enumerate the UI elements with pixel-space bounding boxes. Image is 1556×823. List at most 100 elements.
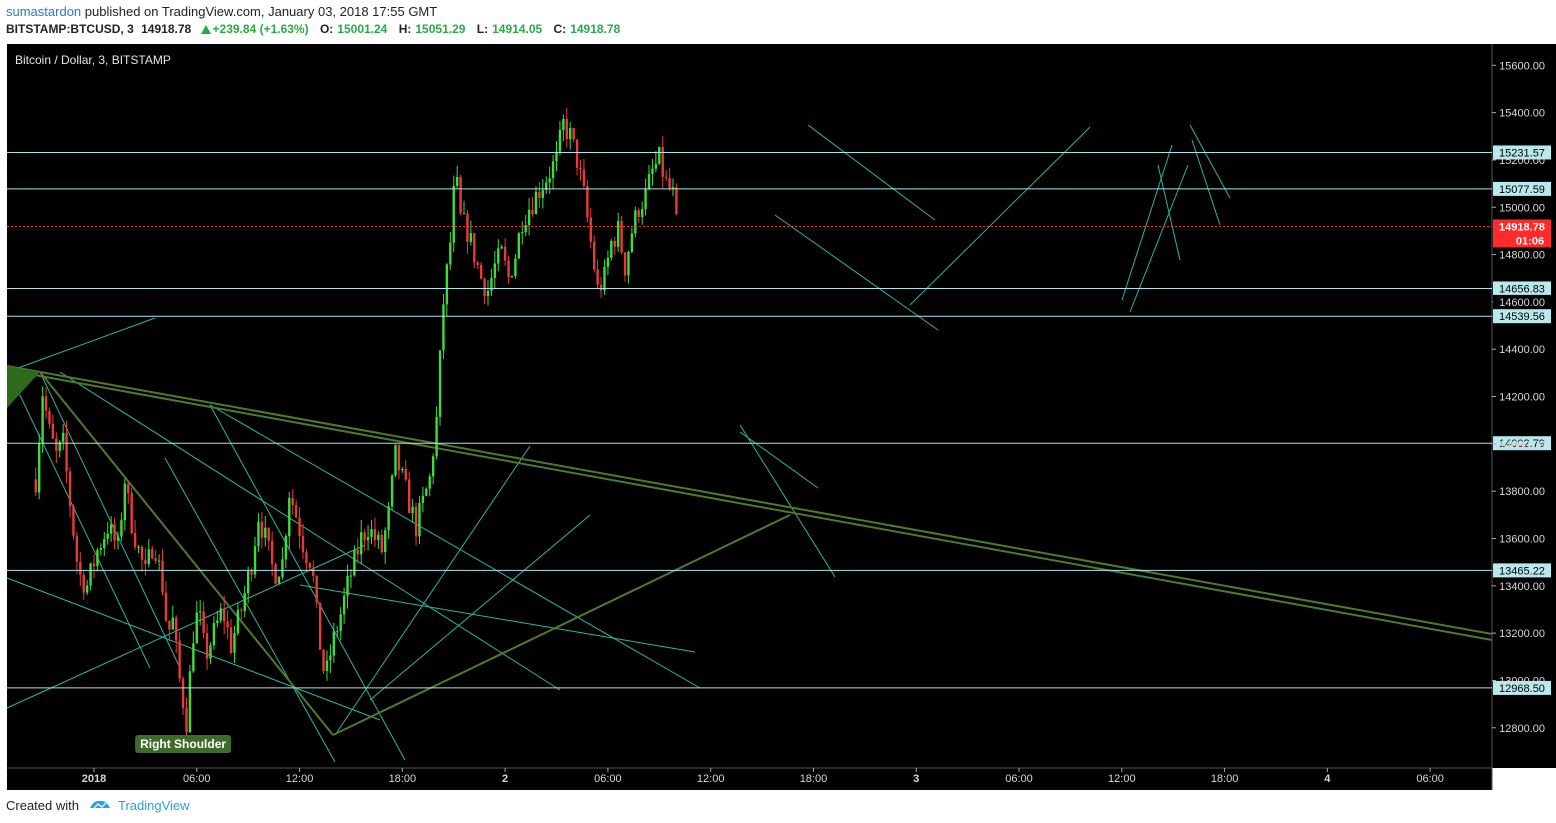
candle-body bbox=[394, 444, 397, 476]
candle-body bbox=[596, 269, 599, 285]
up-arrow-icon bbox=[200, 25, 211, 34]
candle-body bbox=[387, 506, 390, 531]
author-link[interactable]: sumastardon bbox=[6, 4, 81, 19]
change-value: +239.84 (+1.63%) bbox=[199, 22, 313, 36]
candle-body bbox=[151, 549, 154, 559]
candle-body bbox=[558, 129, 562, 152]
chart-header: sumastardon published on TradingView.com… bbox=[0, 0, 1556, 44]
x-tick-label: 18:00 bbox=[389, 773, 417, 785]
candle-body bbox=[555, 151, 558, 162]
y-tick-label: 14000.00 bbox=[1499, 439, 1545, 451]
x-tick-label: 06:00 bbox=[1416, 773, 1444, 785]
candle-body bbox=[96, 549, 99, 567]
candle-body bbox=[360, 532, 363, 555]
candle-body bbox=[469, 233, 473, 242]
candle-body bbox=[452, 185, 455, 243]
low-value: L: 14914.05 bbox=[477, 22, 546, 36]
candle-body bbox=[72, 506, 75, 536]
candle-body bbox=[103, 538, 106, 549]
ohlc-line: BITSTAMP:BTCUSD, 3 14918.78 +239.84 (+1.… bbox=[6, 22, 628, 36]
candle-body bbox=[257, 521, 260, 547]
candle-body bbox=[226, 621, 229, 628]
candle-body bbox=[404, 468, 407, 480]
tradingview-link[interactable]: TradingView bbox=[118, 798, 190, 813]
candle-body bbox=[377, 534, 380, 540]
candle-body bbox=[661, 147, 664, 177]
candle-body bbox=[586, 185, 589, 218]
candle-body bbox=[41, 396, 44, 444]
candle-body bbox=[219, 608, 222, 621]
candle-body bbox=[195, 612, 198, 644]
candle-body bbox=[569, 128, 572, 140]
candle-body bbox=[199, 611, 202, 613]
x-tick-label: 4 bbox=[1324, 773, 1331, 785]
candle-body bbox=[161, 560, 164, 593]
y-tick-label: 15600.00 bbox=[1499, 60, 1545, 72]
candle-body bbox=[236, 609, 240, 634]
x-tick-label: 3 bbox=[913, 773, 919, 785]
candle-body bbox=[137, 546, 140, 548]
candle-body bbox=[459, 176, 462, 214]
tradingview-logo-icon[interactable] bbox=[88, 796, 112, 812]
candle-body bbox=[401, 468, 404, 471]
countdown-text: 01:06 bbox=[1516, 235, 1544, 247]
candle-body bbox=[185, 707, 188, 733]
candle-body bbox=[171, 617, 174, 630]
candle-body bbox=[366, 536, 370, 541]
candle-body bbox=[562, 118, 565, 130]
candle-body bbox=[178, 640, 181, 679]
candle-body bbox=[507, 260, 510, 278]
price-chart[interactable]: 15231.5715077.5914656.8314539.5614002.79… bbox=[0, 44, 1556, 790]
candle-body bbox=[634, 210, 637, 234]
candle-body bbox=[127, 483, 130, 494]
annotation-text: Right Shoulder bbox=[140, 737, 226, 751]
candle-body bbox=[435, 416, 438, 457]
high-value: H: 15051.29 bbox=[399, 22, 470, 36]
candle-body bbox=[130, 493, 133, 533]
candle-body bbox=[647, 174, 651, 189]
candle-body bbox=[246, 571, 250, 594]
x-tick-label: 18:00 bbox=[1211, 773, 1239, 785]
candle-body bbox=[291, 497, 294, 506]
candle-body bbox=[527, 209, 531, 226]
footer: Created with TradingView bbox=[0, 790, 1556, 823]
x-tick-label: 2 bbox=[502, 773, 508, 785]
candle-body bbox=[353, 549, 356, 576]
candle-body bbox=[397, 444, 401, 471]
candle-body bbox=[325, 660, 329, 671]
candle-body bbox=[510, 276, 514, 278]
candle-body bbox=[113, 524, 116, 541]
candle-body bbox=[486, 290, 490, 297]
chart-title: Bitcoin / Dollar, 3, BITSTAMP bbox=[15, 53, 171, 67]
candle-body bbox=[44, 396, 48, 411]
candle-body bbox=[449, 242, 452, 265]
close-label: C: bbox=[553, 22, 567, 36]
candle-body bbox=[466, 213, 469, 242]
candle-body bbox=[572, 128, 575, 140]
candle-body bbox=[455, 176, 459, 186]
candle-body bbox=[541, 190, 545, 199]
x-tick-label: 06:00 bbox=[183, 773, 211, 785]
candle-body bbox=[565, 118, 568, 140]
candle-body bbox=[428, 476, 431, 489]
candle-body bbox=[106, 533, 109, 539]
candle-body bbox=[65, 432, 68, 472]
candle-body bbox=[288, 497, 291, 537]
y-tick-label: 14800.00 bbox=[1499, 250, 1545, 262]
open-label: O: bbox=[319, 22, 334, 36]
candle-body bbox=[384, 530, 387, 553]
low-number: 14914.05 bbox=[492, 22, 543, 36]
candle-body bbox=[579, 167, 582, 170]
y-tick-label: 13600.00 bbox=[1499, 533, 1545, 545]
candle-body bbox=[548, 178, 551, 183]
candle-body bbox=[503, 246, 507, 261]
candle-body bbox=[123, 483, 127, 521]
candle-body bbox=[610, 240, 613, 258]
candle-body bbox=[318, 602, 322, 650]
candle-body bbox=[222, 608, 226, 622]
candle-body bbox=[301, 536, 305, 553]
time-axis[interactable] bbox=[7, 768, 1492, 790]
candle-body bbox=[613, 240, 616, 247]
x-tick-label: 12:00 bbox=[286, 773, 314, 785]
candle-body bbox=[606, 257, 610, 267]
